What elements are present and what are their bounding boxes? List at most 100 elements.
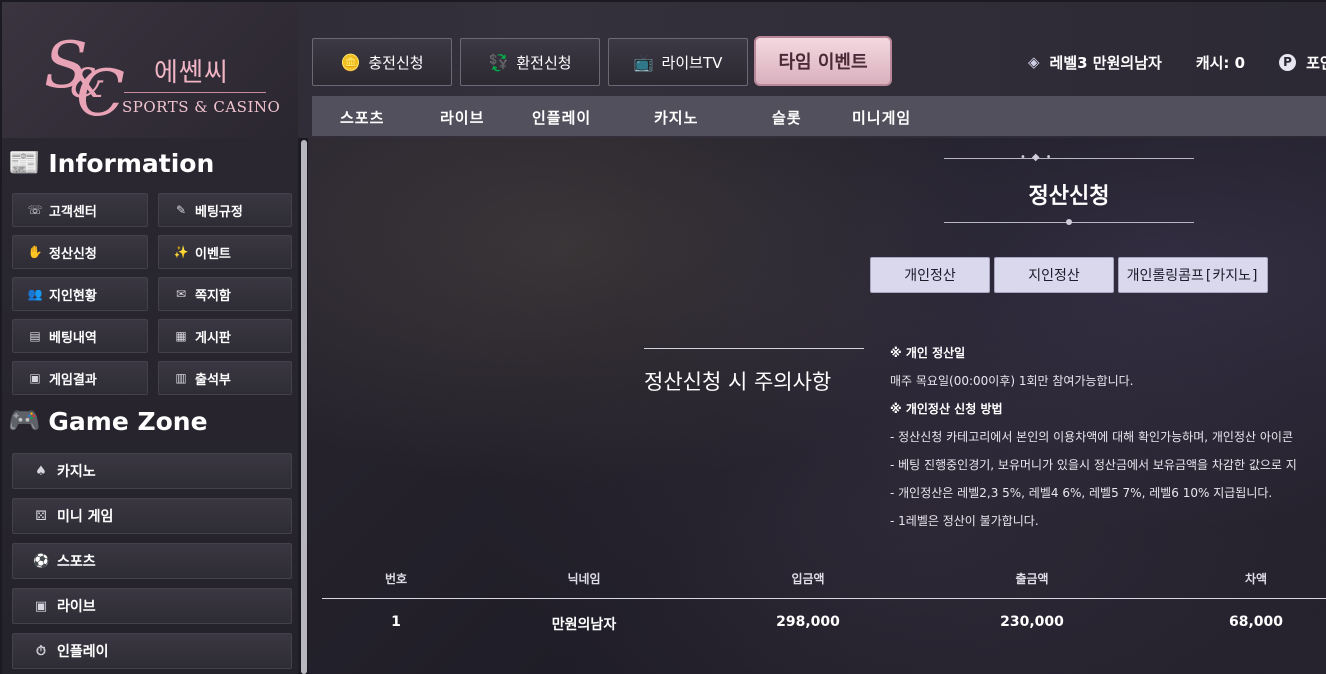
- deposit-request-button[interactable]: 🪙 충전신청: [312, 38, 452, 86]
- settlement-table-header: 번호 닉네임 입금액 출금액 차액: [322, 568, 1326, 598]
- message-icon: ✉: [175, 287, 187, 301]
- sidebar-item-label: 카지노: [57, 464, 96, 480]
- sidebar-item-bet-history[interactable]: ▤ 베팅내역: [12, 319, 148, 353]
- sidebar-item-inplay[interactable]: ⏱ 인플레이: [12, 633, 292, 669]
- notice-line: - 베팅 진행중인경기, 보유머니가 있을시 정산금에서 보유금액을 차감한 값…: [890, 458, 1297, 472]
- notice-line: ※ 개인 정산일: [890, 346, 966, 360]
- user-point[interactable]: 포인트: [1306, 52, 1326, 73]
- live-tv-button[interactable]: 📺 라이브TV: [608, 38, 748, 86]
- board-icon: ▦: [175, 329, 187, 343]
- column-header-number: 번호: [384, 572, 408, 586]
- notice-heading: 정산신청 시 주의사항: [644, 370, 832, 394]
- result-icon: ▣: [29, 371, 41, 385]
- main-content: •◆• 정산신청 개인정산 지인정산 개인롤링콤프[카지노] 정산신청 시 주의…: [308, 138, 1326, 674]
- sidebar-item-messages[interactable]: ✉ 쪽지함: [158, 277, 292, 311]
- level-badge-icon: ◈: [1028, 53, 1040, 71]
- point-icon: P: [1279, 53, 1297, 71]
- cell-deposit: 298,000: [776, 614, 840, 630]
- sidebar-item-sports[interactable]: ⚽ 스포츠: [12, 543, 292, 579]
- logo-mark: S & C: [44, 29, 125, 131]
- nav-minigame[interactable]: 미니게임: [852, 107, 911, 128]
- cell-number: 1: [391, 614, 401, 630]
- cell-difference: 68,000: [1228, 614, 1284, 630]
- header: S & C 에쎈씨 SPORTS & CASINO 🪙 충전신청 💱 환전신청 📺 …: [2, 2, 1326, 138]
- nav-inplay[interactable]: 인플레이: [532, 107, 591, 128]
- cell-nickname: 만원의남자: [551, 617, 617, 633]
- mini-game-icon: ⚄: [35, 508, 47, 524]
- notice-heading-divider: [644, 348, 864, 349]
- nav-live[interactable]: 라이브: [440, 107, 484, 128]
- sidebar-item-label: 쪽지함: [195, 288, 231, 304]
- live-tv-label: 라이브TV: [661, 53, 723, 72]
- sidebar-item-settlement[interactable]: ✋ 정산신청: [12, 235, 148, 269]
- nav-casino[interactable]: 카지노: [654, 107, 698, 128]
- sidebar-item-live[interactable]: ▣ 라이브: [12, 588, 292, 624]
- sidebar-item-label: 미니 게임: [57, 509, 114, 525]
- sidebar-item-label: 스포츠: [57, 554, 96, 570]
- tab-personal-settlement[interactable]: 개인정산: [870, 257, 990, 293]
- notice-line: ※ 개인정산 신청 방법: [890, 402, 1003, 416]
- sidebar-item-game-results[interactable]: ▣ 게임결과: [12, 361, 148, 395]
- table-row: 1 만원의남자 298,000 230,000 68,000: [322, 612, 1326, 642]
- settlement-icon: ✋: [27, 245, 43, 259]
- sidebar-item-betting-rules[interactable]: ✎ 베팅규정: [158, 193, 292, 227]
- calendar-icon: ▥: [175, 371, 187, 385]
- site-logo[interactable]: S & C 에쎈씨 SPORTS & CASINO: [2, 2, 298, 138]
- nav-slot[interactable]: 슬롯: [772, 107, 802, 128]
- notice-line: 매주 목요일(00:00이후) 1회만 참여가능합니다.: [890, 374, 1134, 388]
- sidebar-scrollbar-thumb[interactable]: [301, 140, 307, 674]
- sidebar-item-label: 고객센터: [49, 204, 97, 220]
- logo-english-name: SPORTS & CASINO: [122, 98, 281, 116]
- column-header-withdraw: 출금액: [1015, 572, 1049, 586]
- rules-icon: ✎: [175, 203, 187, 217]
- game-zone-heading: 🎮 Game Zone: [8, 406, 208, 436]
- game-zone-heading-label: Game Zone: [48, 406, 208, 436]
- nav-sports[interactable]: 스포츠: [340, 107, 384, 128]
- user-cash[interactable]: 캐시: 0: [1196, 52, 1245, 73]
- sidebar-item-label: 게시판: [195, 330, 231, 346]
- sidebar-item-label: 게임결과: [49, 372, 97, 388]
- logo-korean-name: 에쎈씨: [154, 58, 229, 88]
- time-event-button[interactable]: 타임 이벤트: [754, 36, 892, 86]
- sidebar-item-event[interactable]: ✨ 이벤트: [158, 235, 292, 269]
- notice-board-icon: 📰: [8, 148, 41, 178]
- sidebar-item-label: 베팅내역: [49, 330, 97, 346]
- sidebar-item-mini-game[interactable]: ⚄ 미니 게임: [12, 498, 292, 534]
- event-icon: ✨: [173, 245, 189, 259]
- gamepad-icon: 🎮: [8, 406, 41, 436]
- notice-line: - 1레벨은 정산이 불가합니다.: [890, 514, 1039, 528]
- notice-line: - 개인정산은 레벨2,3 5%, 레벨4 6%, 레벨5 7%, 레벨6 10…: [890, 486, 1273, 500]
- sidebar-scrollbar[interactable]: [300, 138, 308, 674]
- withdraw-request-button[interactable]: 💱 환전신청: [460, 38, 600, 86]
- sidebar-item-label: 정산신청: [49, 246, 97, 262]
- tab-rolling-comp-casino[interactable]: 개인롤링콤프[카지노]: [1118, 257, 1268, 293]
- user-info: ◈ 레벨3 만원의남자 캐시: 0 P 포인트: [1028, 50, 1326, 74]
- sidebar-item-label: 이벤트: [195, 246, 231, 262]
- user-level-name[interactable]: 레벨3 만원의남자: [1050, 52, 1162, 73]
- sidebar-item-board[interactable]: ▦ 게시판: [158, 319, 292, 353]
- spade-icon: ♠: [35, 463, 47, 479]
- history-icon: ▤: [29, 329, 41, 343]
- sidebar-item-label: 출석부: [195, 372, 231, 388]
- sidebar-item-label: 지인현황: [49, 288, 97, 304]
- sidebar-item-label: 라이브: [57, 599, 96, 615]
- friends-icon: 👥: [27, 287, 43, 301]
- table-divider: [322, 598, 1326, 599]
- coins-icon: 🪙: [340, 52, 361, 72]
- deposit-request-label: 충전신청: [368, 53, 424, 72]
- sidebar-item-casino[interactable]: ♠ 카지노: [12, 453, 292, 489]
- sidebar-item-label: 베팅규정: [195, 204, 243, 220]
- withdraw-request-label: 환전신청: [516, 53, 572, 72]
- live-tv-icon: 📺: [633, 52, 654, 72]
- sidebar-item-customer-center[interactable]: ☏ 고객센터: [12, 193, 148, 227]
- title-ornament-top: [944, 158, 1194, 159]
- sports-icon: ⚽: [33, 553, 50, 569]
- sidebar-item-attendance[interactable]: ▥ 출석부: [158, 361, 292, 395]
- title-ornament-dots: •◆•: [1020, 152, 1058, 163]
- tab-friend-settlement[interactable]: 지인정산: [994, 257, 1114, 293]
- phone-icon: ☏: [27, 203, 43, 217]
- page-title: 정산신청: [1028, 184, 1110, 209]
- column-header-nickname: 닉네임: [567, 572, 601, 586]
- sidebar-item-friends[interactable]: 👥 지인현황: [12, 277, 148, 311]
- column-header-deposit: 입금액: [791, 572, 825, 586]
